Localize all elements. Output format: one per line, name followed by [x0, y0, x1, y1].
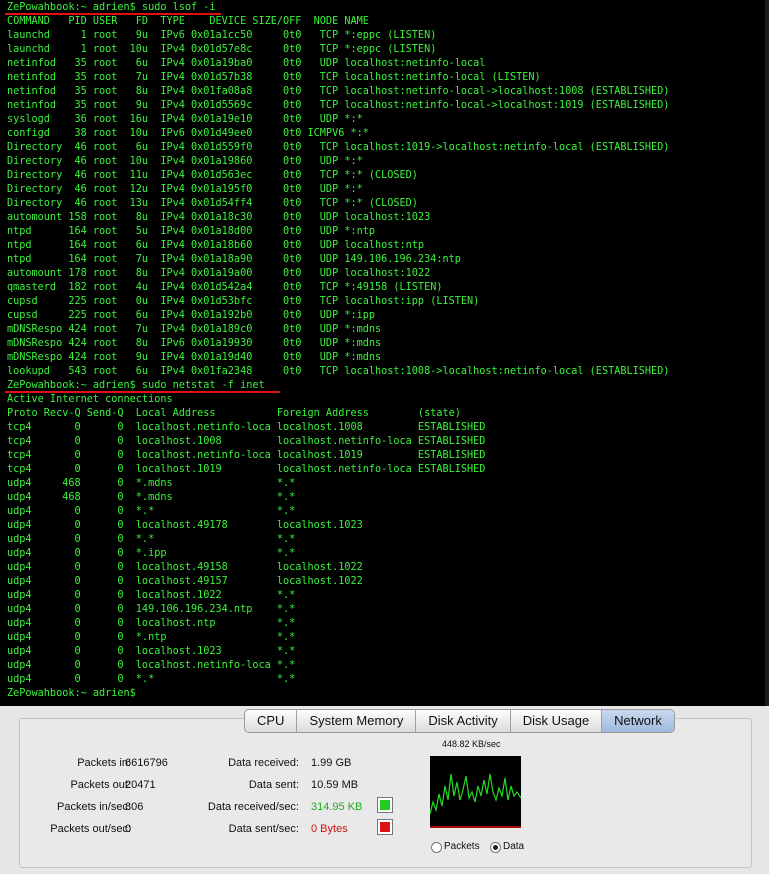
terminal-line: ntpd 164 root 6u IPv4 0x01a18b60 0t0 UDP…: [7, 240, 425, 251]
terminal-line: mDNSRespo 424 root 7u IPv4 0x01a189c0 0t…: [7, 324, 382, 335]
packets-out-sec-label: Packets out/sec:: [50, 823, 131, 835]
terminal-line: udp4 0 0 *.* *.*: [7, 534, 296, 545]
terminal-line: ntpd 164 root 5u IPv4 0x01a18d00 0t0 UDP…: [7, 226, 376, 237]
command-underline-lsof: [5, 13, 221, 15]
tab-network[interactable]: Network: [602, 710, 674, 732]
terminal-line: Active Internet connections: [7, 394, 173, 405]
terminal-line: udp4 0 0 *.* *.*: [7, 506, 296, 517]
packets-in-sec-label: Packets in/sec:: [57, 801, 131, 813]
terminal-line: Directory 46 root 11u IPv4 0x01d563ec 0t…: [7, 170, 418, 181]
packets-in-sec-value: 806: [125, 801, 144, 813]
terminal-line: Proto Recv-Q Send-Q Local Address Foreig…: [7, 408, 461, 419]
terminal-line: udp4 0 0 localhost.1023 *.*: [7, 646, 296, 657]
data-received-label: Data received:: [228, 757, 299, 769]
terminal-line: udp4 0 0 localhost.1022 *.*: [7, 590, 296, 601]
command-underline-netstat: [5, 391, 280, 393]
network-stats-panel: Packets in: 6616796 Packets out: 20471 P…: [19, 718, 752, 868]
terminal-line: udp4 0 0 localhost.49157 localhost.1022: [7, 576, 363, 587]
data-received-sec-value: 314.95 KB: [311, 801, 363, 813]
terminal-line: tcp4 0 0 localhost.1019 localhost.netinf…: [7, 464, 486, 475]
activity-monitor-pane: Packets in: 6616796 Packets out: 20471 P…: [0, 706, 769, 874]
terminal-line: cupsd 225 root 0u IPv4 0x01d53bfc 0t0 TC…: [7, 296, 480, 307]
terminal-line: udp4 0 0 localhost.49178 localhost.1023: [7, 520, 363, 531]
data-received-value: 1.99 GB: [311, 757, 352, 769]
terminal-line: Directory 46 root 12u IPv4 0x01a195f0 0t…: [7, 184, 363, 195]
packets-radio-label: Packets: [444, 841, 480, 852]
terminal-line: Directory 46 root 6u IPv4 0x01d559f0 0t0…: [7, 142, 670, 153]
terminal-line: automount 178 root 8u IPv4 0x01a19a00 0t…: [7, 268, 431, 279]
network-graph-svg: [429, 773, 522, 828]
terminal-line: udp4 0 0 149.106.196.234.ntp *.*: [7, 604, 296, 615]
terminal-line: netinfod 35 root 8u IPv4 0x01fa08a8 0t0 …: [7, 86, 670, 97]
terminal-scrollbar[interactable]: [765, 0, 769, 706]
terminal-line: Directory 46 root 10u IPv4 0x01a19860 0t…: [7, 156, 363, 167]
packets-radio[interactable]: [431, 842, 442, 853]
terminal-line: tcp4 0 0 localhost.netinfo-loca localhos…: [7, 450, 486, 461]
packets-in-value: 6616796: [125, 757, 168, 769]
terminal-line: mDNSRespo 424 root 8u IPv6 0x01a19930 0t…: [7, 338, 382, 349]
terminal-line: syslogd 36 root 16u IPv4 0x01a19e10 0t0 …: [7, 114, 363, 125]
terminal-line: udp4 0 0 localhost.49158 localhost.1022: [7, 562, 363, 573]
terminal-line: tcp4 0 0 localhost.netinfo-loca localhos…: [7, 422, 486, 433]
terminal-line: udp4 0 0 *.ntp *.*: [7, 632, 296, 643]
packets-out-sec-value: 0: [125, 823, 132, 835]
received-line: [429, 773, 522, 815]
terminal-line: lookupd 543 root 6u IPv4 0x01fa2348 0t0 …: [7, 366, 670, 377]
terminal-line: launchd 1 root 10u IPv4 0x01d57e8c 0t0 T…: [7, 44, 437, 55]
tab-system-memory[interactable]: System Memory: [297, 710, 417, 732]
terminal-line: mDNSRespo 424 root 9u IPv4 0x01a19d40 0t…: [7, 352, 382, 363]
sent-color-swatch[interactable]: [377, 819, 393, 835]
terminal-line: udp4 0 0 localhost.ntp *.*: [7, 618, 296, 629]
terminal-line: udp4 0 0 *.ipp *.*: [7, 548, 296, 559]
data-radio[interactable]: [490, 842, 501, 853]
terminal-line: udp4 0 0 *.* *.*: [7, 674, 296, 685]
terminal-line: cupsd 225 root 6u IPv4 0x01a192b0 0t0 UD…: [7, 310, 376, 321]
data-received-sec-label: Data received/sec:: [207, 801, 299, 813]
data-sent-sec-label: Data sent/sec:: [228, 823, 299, 835]
terminal-line: udp4 468 0 *.mdns *.*: [7, 492, 296, 503]
packets-out-value: 20471: [125, 779, 156, 791]
data-sent-sec-value: 0 Bytes: [311, 823, 348, 835]
graph-max-label: 448.82 KB/sec: [442, 739, 501, 749]
received-color-swatch[interactable]: [377, 797, 393, 813]
terminal-line: tcp4 0 0 localhost.1008 localhost.netinf…: [7, 436, 486, 447]
packets-in-label: Packets in:: [77, 757, 131, 769]
data-sent-label: Data sent:: [248, 779, 299, 791]
terminal-line: qmasterd 182 root 4u IPv4 0x01d542a4 0t0…: [7, 282, 443, 293]
terminal-line: launchd 1 root 9u IPv6 0x01a1cc50 0t0 TC…: [7, 30, 437, 41]
tab-disk-activity[interactable]: Disk Activity: [416, 710, 511, 732]
data-sent-value: 10.59 MB: [311, 779, 359, 791]
tab-cpu[interactable]: CPU: [245, 710, 298, 732]
terminal-window[interactable]: ZePowahbook:~ adrien$ sudo lsof -i COMMAN…: [0, 0, 769, 706]
terminal-prompt-line: ZePowahbook:~ adrien$: [7, 688, 136, 699]
terminal-line: netinfod 35 root 7u IPv4 0x01d57b38 0t0 …: [7, 72, 541, 83]
network-graph: [429, 756, 522, 828]
terminal-line: udp4 0 0 localhost.netinfo-loca *.*: [7, 660, 296, 671]
terminal-line: udp4 468 0 *.mdns *.*: [7, 478, 296, 489]
data-radio-label: Data: [503, 841, 525, 852]
terminal-line: automount 158 root 8u IPv4 0x01a18c30 0t…: [7, 212, 431, 223]
tab-disk-usage[interactable]: Disk Usage: [511, 710, 603, 732]
terminal-line: netinfod 35 root 9u IPv4 0x01d5569c 0t0 …: [7, 100, 670, 111]
terminal-line: netinfod 35 root 6u IPv4 0x01a19ba0 0t0 …: [7, 58, 486, 69]
terminal-line: Directory 46 root 13u IPv4 0x01d54ff4 0t…: [7, 198, 418, 209]
packets-out-label: Packets out:: [70, 779, 131, 791]
terminal-line: COMMAND PID USER FD TYPE DEVICE SIZE/OFF…: [7, 16, 369, 27]
monitor-tabs: CPU System Memory Disk Activity Disk Usa…: [244, 709, 675, 733]
terminal-line: ntpd 164 root 7u IPv4 0x01a18a90 0t0 UDP…: [7, 254, 461, 265]
terminal-line: configd 38 root 10u IPv6 0x01d49ee0 0t0 …: [7, 128, 369, 139]
